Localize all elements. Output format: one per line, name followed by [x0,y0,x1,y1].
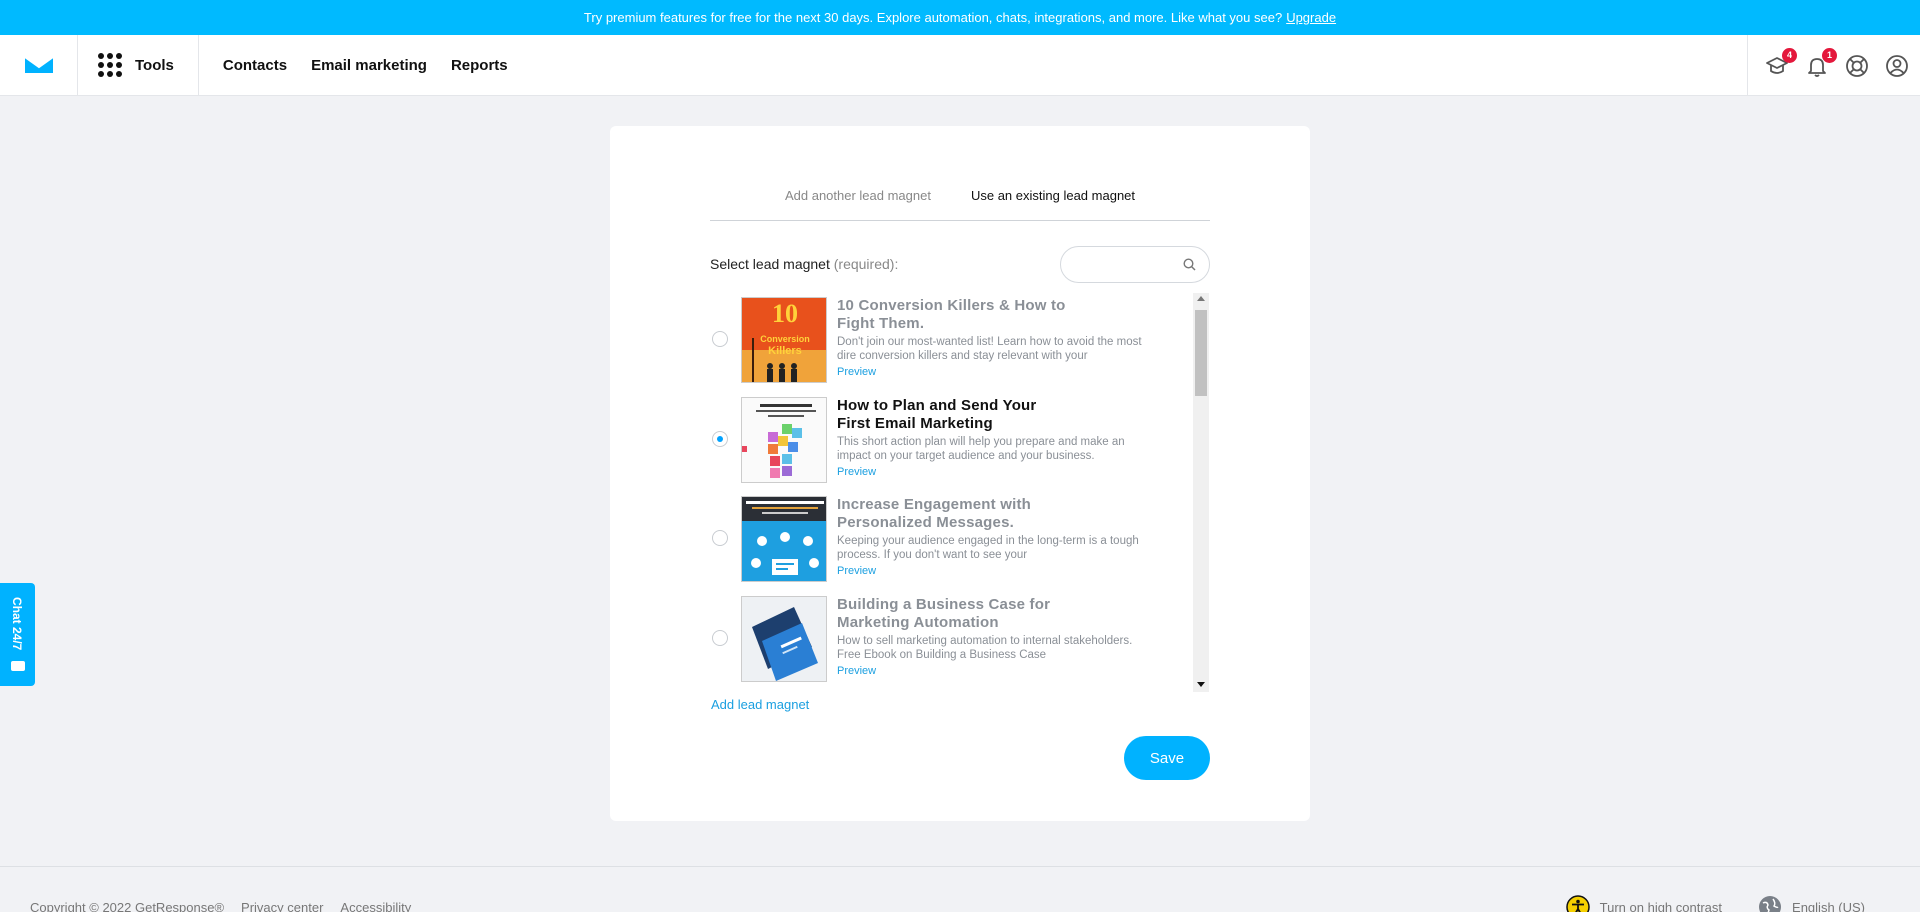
lead-magnet-radio[interactable] [712,431,728,447]
logo[interactable] [0,34,78,96]
preview-link[interactable]: Preview [837,565,876,577]
svg-text:10: 10 [772,299,798,328]
list-item[interactable]: How to Plan and Send Your First Email Ma… [706,394,1186,484]
scroll-up-arrow-icon[interactable] [1197,296,1205,301]
lead-magnet-title: Building a Business Case for Marketing A… [837,596,1051,631]
preview-link[interactable]: Preview [837,466,876,478]
lead-magnet-thumbnail [741,596,827,682]
lead-magnet-description: How to sell marketing automation to inte… [837,635,1133,661]
notifications-badge: 1 [1822,47,1837,63]
nav-contacts[interactable]: Contacts [223,57,287,74]
preview-link[interactable]: Preview [837,665,876,677]
chat-tab[interactable]: Chat 24/7 [0,583,35,686]
lead-magnet-title: 10 Conversion Killers & How to Fight The… [837,297,1066,332]
search-icon [1183,258,1196,271]
globe-icon [1759,896,1782,912]
top-navbar: Tools Contacts Email marketing Reports 4… [0,34,1920,96]
footer-right: Turn on high contrast English (US) [1565,895,1865,912]
accessibility-link[interactable]: Accessibility [340,900,411,912]
footer: Copyright © 2022 GetResponse® Privacy ce… [0,866,1920,912]
tools-label: Tools [135,56,174,74]
search-input[interactable] [1075,247,1185,282]
nav-right-actions: 4 1 [1747,35,1920,96]
promo-banner: Try premium features for free for the ne… [0,0,1920,35]
list-item[interactable]: Increase Engagement with Personalized Me… [706,493,1186,583]
copyright-text: Copyright © 2022 GetResponse® [30,900,225,912]
academy-button[interactable]: 4 [1764,47,1797,79]
lead-magnet-description: Don't join our most-wanted list! Learn h… [837,336,1142,362]
lead-magnet-thumbnail: 10 Conversion Killers [741,297,827,383]
promo-text: Try premium features for free for the ne… [583,10,1283,25]
tools-menu[interactable]: Tools [78,34,199,96]
help-button[interactable] [1844,53,1870,79]
tab-use-existing[interactable]: Use an existing lead magnet [951,178,1155,220]
list-scrollbar[interactable] [1193,293,1209,692]
profile-button[interactable] [1884,53,1910,79]
list-item[interactable]: 10 Conversion Killers 10 Conversion Kill… [706,294,1186,384]
lead-magnet-description: Keeping your audience engaged in the lon… [837,535,1139,561]
svg-text:Conversion: Conversion [760,334,810,344]
lead-magnet-tabs: Add another lead magnet Use an existing … [710,178,1210,221]
privacy-center-link[interactable]: Privacy center [241,900,323,912]
nav-email-marketing[interactable]: Email marketing [311,57,427,74]
lead-magnet-radio[interactable] [712,530,728,546]
lead-magnet-thumbnail [741,397,827,483]
select-lead-magnet-label: Select lead magnet (required): [710,256,898,272]
list-item[interactable]: Building a Business Case for Marketing A… [706,593,1186,683]
lifebuoy-icon [1846,54,1868,77]
nav-reports[interactable]: Reports [451,57,508,74]
lead-magnet-radio[interactable] [712,630,728,646]
high-contrast-toggle[interactable]: Turn on high contrast [1565,895,1723,912]
main-nav-links: Contacts Email marketing Reports [223,57,508,74]
required-hint: (required): [833,256,899,272]
lead-magnet-title: How to Plan and Send Your First Email Ma… [837,397,1037,432]
preview-link[interactable]: Preview [837,366,876,378]
accessibility-icon [1565,895,1590,912]
scrollbar-thumb[interactable] [1195,310,1207,396]
user-avatar-icon [1886,54,1908,77]
envelope-logo-icon [23,56,54,73]
save-button[interactable]: Save [1124,736,1210,780]
chat-label: Chat 24/7 [10,597,24,651]
lead-magnet-description: This short action plan will help you pre… [837,436,1125,462]
upgrade-link[interactable]: Upgrade [1286,10,1336,25]
notifications-button[interactable]: 1 [1804,47,1837,79]
scroll-down-arrow-icon[interactable] [1197,682,1205,687]
tab-add-another[interactable]: Add another lead magnet [765,178,951,220]
lead-magnet-list: 10 Conversion Killers 10 Conversion Kill… [706,292,1210,692]
lead-magnet-thumbnail [741,496,827,582]
add-lead-magnet-link[interactable]: Add lead magnet [711,697,809,712]
select-label-text: Select lead magnet [710,256,830,272]
apps-grid-icon [98,53,122,77]
lead-magnet-title: Increase Engagement with Personalized Me… [837,496,1032,531]
academy-badge: 4 [1782,47,1797,63]
high-contrast-label: Turn on high contrast [1599,899,1723,912]
chat-bubble-icon [11,661,25,671]
lead-magnet-search[interactable] [1060,246,1210,283]
svg-text:Killers: Killers [768,345,802,357]
language-selector[interactable]: English (US) [1758,895,1865,912]
footer-links: Copyright © 2022 GetResponse® Privacy ce… [30,900,411,912]
lead-magnet-radio[interactable] [712,331,728,347]
language-label: English (US) [1792,899,1865,912]
